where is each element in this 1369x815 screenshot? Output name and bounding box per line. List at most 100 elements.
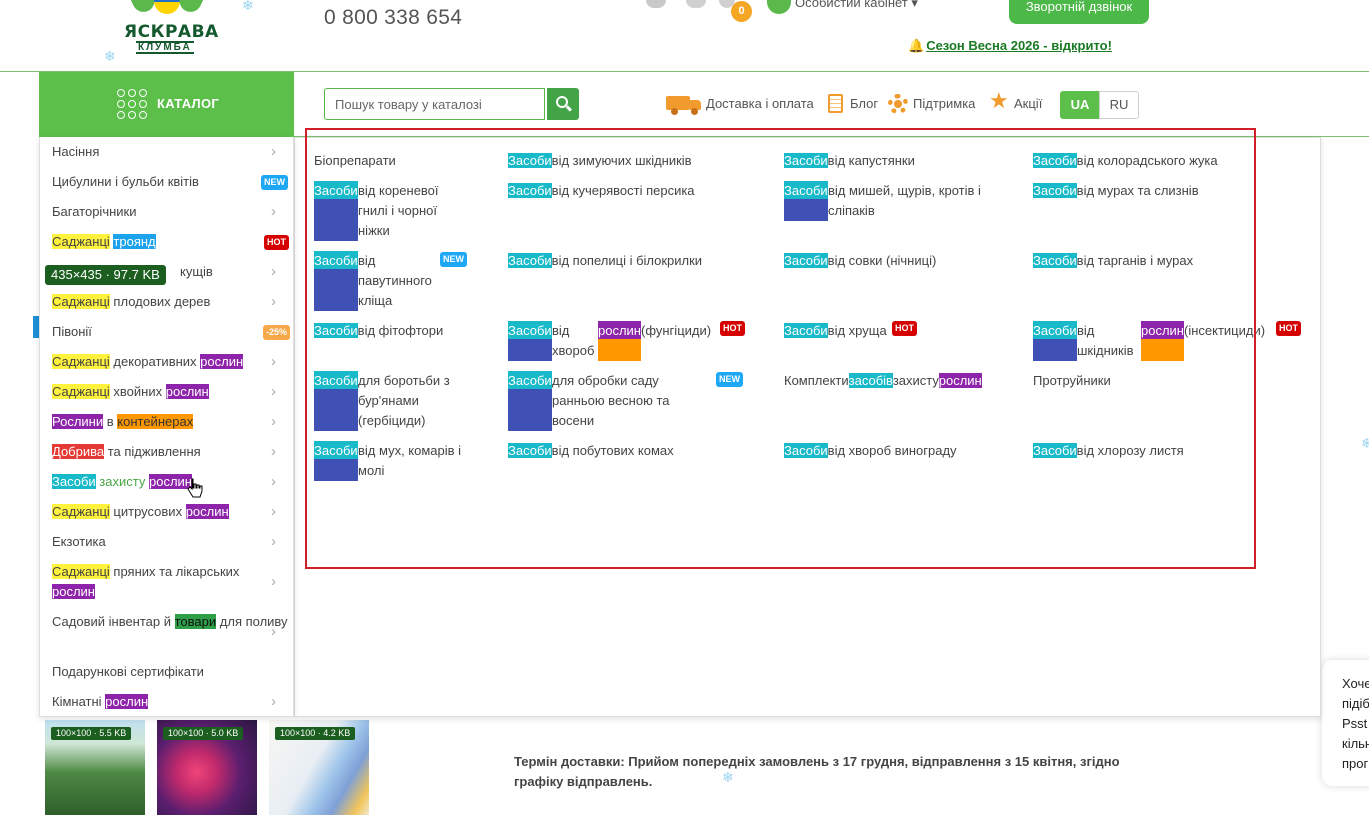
menu-item-houseplants[interactable]: Кімнатні рослин ›: [40, 692, 294, 712]
compare-icon[interactable]: [646, 0, 666, 8]
thumbnail-size-label: 100×100 · 5.0 KB: [163, 727, 244, 740]
catalog-menu: Насіння › Цибулини і бульби квітів NEW Б…: [39, 137, 294, 717]
account-link[interactable]: Особистий кабінет ▾: [795, 0, 918, 11]
search-input[interactable]: [324, 88, 545, 120]
menu-item-label: Багаторічники: [52, 204, 137, 219]
menu-item-roses[interactable]: Саджанці троянд HOT: [40, 232, 294, 252]
chat-text: прог: [1342, 756, 1369, 771]
menu-item-label: рослин: [105, 694, 149, 709]
menu-item-label: Садовий інвентар й: [52, 614, 171, 629]
chat-text: підіб: [1342, 696, 1369, 711]
product-thumbnail[interactable]: 100×100 · 4.2 KB: [269, 720, 369, 815]
thumbnail-size-label: 100×100 · 4.2 KB: [275, 727, 356, 740]
menu-item-fertilizers[interactable]: Добрива та підживлення ›: [40, 442, 294, 462]
hot-badge: HOT: [264, 235, 289, 250]
callback-button[interactable]: Зворотній дзвінок: [1009, 0, 1149, 24]
menu-item-label: рослин: [52, 584, 95, 599]
menu-item-label: рослин: [185, 504, 229, 519]
site-logo[interactable]: ЯСКРАВА КЛУМБА: [112, 0, 222, 60]
catalog-button[interactable]: КАТАЛОГ: [39, 72, 294, 137]
menu-item-label: Рослини: [52, 414, 104, 429]
chevron-right-icon: ›: [271, 203, 276, 220]
nav-delivery-link[interactable]: Доставка і оплата: [706, 96, 814, 111]
product-thumbnail[interactable]: 100×100 · 5.5 KB: [45, 720, 145, 815]
menu-item-exotic[interactable]: Екзотика ›: [40, 532, 294, 552]
blog-icon: [828, 94, 843, 113]
logo-leaf-icon: [175, 0, 207, 16]
wishlist-icon[interactable]: [686, 0, 706, 8]
star-icon: ★: [989, 88, 1009, 113]
chat-widget[interactable]: Хоче підіб Psst кільн прог: [1322, 660, 1369, 786]
chat-text: Psst: [1342, 716, 1368, 731]
chat-text: кільн: [1342, 736, 1369, 751]
menu-item-decorative[interactable]: Саджанці декоративних рослин ›: [40, 352, 294, 372]
menu-item-label: плодових дерев: [113, 294, 211, 309]
chevron-right-icon: ›: [271, 473, 276, 490]
menu-item-label: Засоби: [52, 474, 96, 489]
menu-item-citrus[interactable]: Саджанці цитрусових рослин ›: [40, 502, 294, 522]
chevron-right-icon: ›: [271, 443, 276, 460]
cart-count-badge: 0: [731, 1, 752, 22]
menu-item-label: Подарункові сертифікати: [52, 664, 204, 679]
menu-item-label: в: [106, 414, 114, 429]
logo-heart-icon: [154, 0, 180, 14]
chevron-right-icon: ›: [271, 503, 276, 520]
nav-promo-link[interactable]: Акції: [1014, 96, 1042, 111]
menu-item-fruit-trees[interactable]: Саджанці плодових дерев ›: [40, 292, 294, 312]
menu-item-containers[interactable]: Рослини в контейнерах ›: [40, 412, 294, 432]
chevron-right-icon: ›: [271, 693, 276, 710]
highlight-frame: [305, 128, 1256, 569]
logo-subtitle: КЛУМБА: [136, 41, 194, 54]
chevron-right-icon: ›: [271, 263, 276, 280]
hot-badge: HOT: [1276, 321, 1301, 336]
lang-ua-button[interactable]: UA: [1060, 91, 1100, 119]
search-button[interactable]: [547, 88, 579, 120]
user-icon[interactable]: [767, 0, 791, 14]
menu-item-label: Саджанці: [52, 504, 110, 519]
menu-item-garden-tools[interactable]: Садовий інвентар й товари для поливу ›: [40, 612, 294, 640]
image-size-tooltip: 435×435 · 97.7 KB: [45, 265, 166, 285]
menu-item-perennials[interactable]: Багаторічники ›: [40, 202, 294, 222]
menu-item-label: товари: [174, 614, 217, 629]
menu-item-bulbs[interactable]: Цибулини і бульби квітів NEW: [40, 172, 294, 192]
menu-item-label: Саджанці: [52, 294, 110, 309]
menu-item-label: Саджанці: [52, 234, 110, 249]
nav-support-link[interactable]: Підтримка: [913, 96, 975, 111]
truck-icon: [666, 94, 702, 115]
menu-item-label: рослин: [200, 354, 244, 369]
lang-ru-button[interactable]: RU: [1099, 91, 1139, 119]
menu-item-conifers[interactable]: Саджанці хвойних рослин ›: [40, 382, 294, 402]
delivery-note: Термін доставки: Прийом попередніх замов…: [514, 754, 1120, 789]
chat-text: Хоче: [1342, 676, 1369, 691]
menu-item-label: для поливу: [219, 614, 288, 629]
chevron-right-icon: ›: [271, 383, 276, 400]
menu-item-label: троянд: [113, 234, 156, 249]
nav-blog-link[interactable]: Блог: [850, 96, 878, 111]
new-badge: NEW: [261, 175, 288, 190]
gear-icon: [888, 94, 908, 114]
snowflake-icon: ❄: [1361, 435, 1369, 451]
snowflake-icon: ❄: [722, 769, 734, 785]
product-thumbnail[interactable]: 100×100 · 5.0 KB: [157, 720, 257, 815]
chevron-right-icon: ›: [271, 623, 276, 640]
menu-item-protection[interactable]: Засоби захисту рослин ›: [40, 472, 294, 492]
menu-item-seeds[interactable]: Насіння ›: [40, 142, 294, 162]
snowflake-icon: ❄: [242, 0, 254, 13]
menu-item-label: Кімнатні: [52, 694, 102, 709]
phone-number[interactable]: 0 800 338 654: [324, 6, 462, 30]
menu-item-label: Екзотика: [52, 534, 106, 549]
chevron-right-icon: ›: [271, 413, 276, 430]
menu-item-herbs[interactable]: Саджанці пряних та лікарських рослин ›: [40, 562, 294, 602]
chevron-right-icon: ›: [271, 353, 276, 370]
logo-name: ЯСКРАВА: [124, 22, 219, 42]
menu-item-gift-cards[interactable]: Подарункові сертифікати: [40, 662, 294, 682]
hand-cursor-icon: [187, 478, 203, 498]
menu-item-label: рослин: [165, 384, 209, 399]
menu-item-peonies[interactable]: Півонії -25%: [40, 322, 294, 342]
season-link[interactable]: 🔔 Сезон Весна 2026 - відкрито!: [908, 38, 1112, 54]
menu-item-label: Саджанці: [52, 354, 110, 369]
chevron-right-icon: ›: [271, 573, 276, 590]
menu-item-label: Півонії: [52, 324, 92, 339]
menu-item-label: Саджанці: [52, 384, 110, 399]
season-link-label: Сезон Весна 2026 - відкрито!: [926, 38, 1112, 53]
